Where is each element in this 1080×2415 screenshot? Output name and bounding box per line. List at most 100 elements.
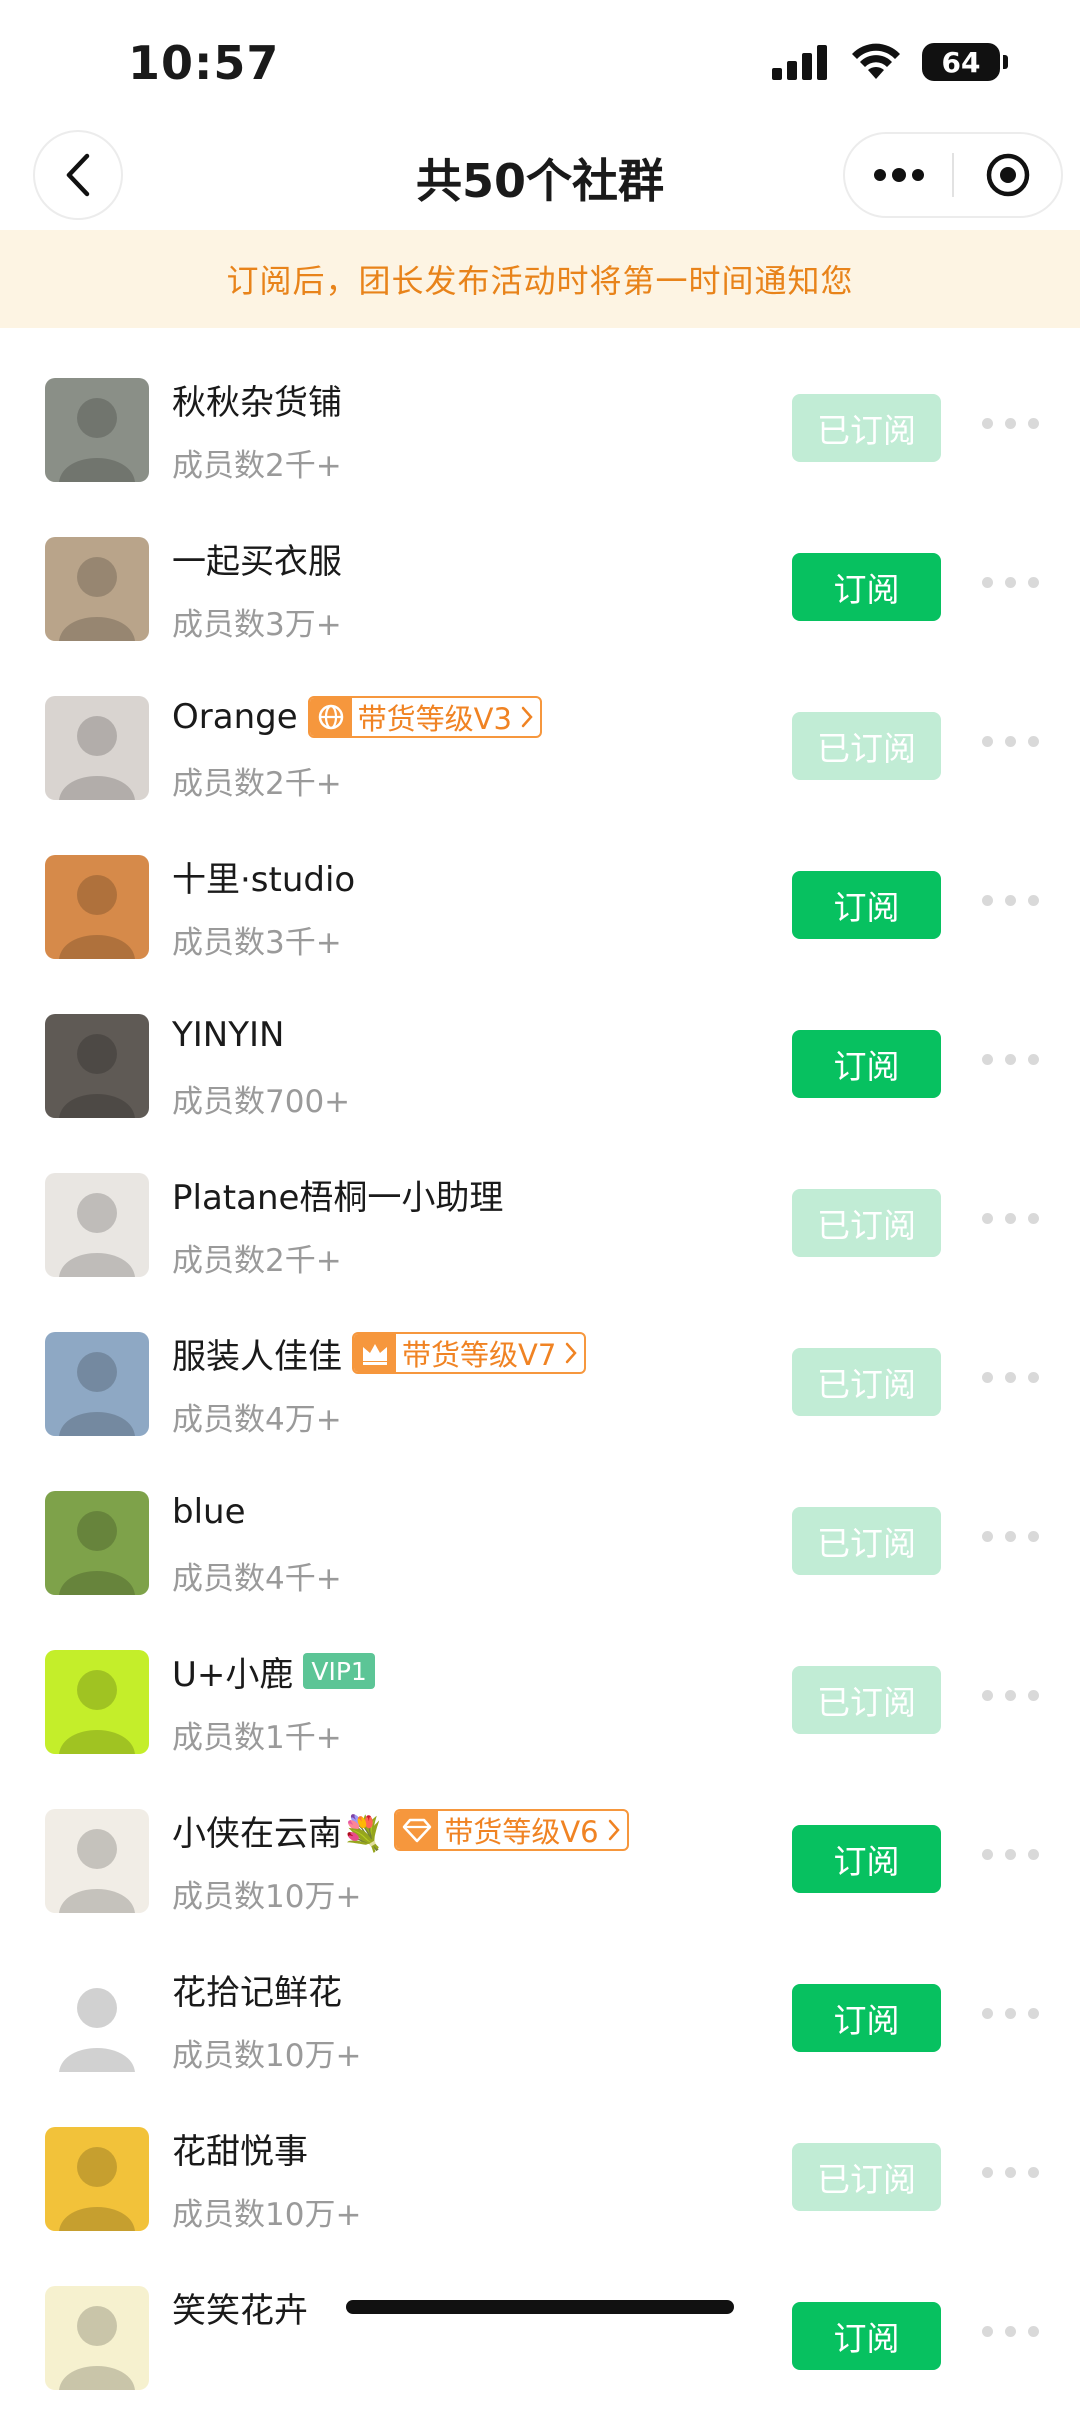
group-row[interactable]: 十里·studio 成员数3千+ 订阅 bbox=[0, 825, 1080, 984]
group-avatar[interactable] bbox=[45, 1173, 149, 1277]
subscribed-button[interactable]: 已订阅 bbox=[792, 1189, 941, 1257]
group-row[interactable]: Platane梧桐一小助理成员数2千+ 已订阅 bbox=[0, 1143, 1080, 1302]
mini-program-capsule bbox=[843, 132, 1063, 218]
crown-icon bbox=[354, 1334, 396, 1372]
group-avatar[interactable] bbox=[45, 1650, 149, 1754]
subscribed-button[interactable]: 已订阅 bbox=[792, 394, 941, 462]
row-more-icon[interactable] bbox=[982, 1054, 1039, 1065]
member-count: 成员数2千+ bbox=[172, 1243, 342, 1279]
group-name-line: 服装人佳佳 带货等级V7 bbox=[172, 1328, 587, 1378]
group-name[interactable]: U+小鹿 bbox=[172, 1647, 293, 1696]
chevron-right-icon bbox=[520, 705, 540, 729]
group-name-line: YINYIN bbox=[172, 1010, 284, 1060]
member-count: 成员数10万+ bbox=[172, 2038, 362, 2074]
subscribed-button[interactable]: 已订阅 bbox=[792, 2143, 941, 2211]
seller-level-badge[interactable]: 带货等级V7 bbox=[352, 1332, 587, 1374]
subscribe-button[interactable]: 订阅 bbox=[792, 1030, 941, 1098]
member-count: 成员数3千+ bbox=[172, 925, 342, 961]
group-row[interactable]: 花拾记鲜花成员数10万+ 订阅 bbox=[0, 1938, 1080, 2097]
group-avatar[interactable] bbox=[45, 855, 149, 959]
group-row[interactable]: U+小鹿 VIP1 成员数1千+ 已订阅 bbox=[0, 1620, 1080, 1779]
row-more-icon[interactable] bbox=[982, 2167, 1039, 2178]
subscribed-button[interactable]: 已订阅 bbox=[792, 1507, 941, 1575]
target-icon bbox=[986, 153, 1029, 197]
group-name-line: Platane梧桐一小助理 bbox=[172, 1169, 503, 1219]
row-more-icon[interactable] bbox=[982, 1531, 1039, 1542]
more-menu-button[interactable] bbox=[845, 134, 952, 216]
subscribed-button[interactable]: 已订阅 bbox=[792, 1666, 941, 1734]
group-avatar[interactable] bbox=[45, 696, 149, 800]
subscribed-button[interactable]: 已订阅 bbox=[792, 1348, 941, 1416]
globe-icon bbox=[309, 698, 352, 736]
group-name-line: 十里·studio bbox=[172, 851, 355, 901]
group-name-line: blue bbox=[172, 1487, 246, 1537]
group-name[interactable]: 小侠在云南💐 bbox=[172, 1806, 384, 1855]
group-list: 秋秋杂货铺 成员数2千+ 已订阅 一起买衣服 成员数3万+ 订阅 Orange 带货等级V3 成… bbox=[0, 348, 1080, 2415]
group-avatar[interactable] bbox=[45, 537, 149, 641]
group-row[interactable]: Orange 带货等级V3 成员数2千+ 已订阅 bbox=[0, 666, 1080, 825]
group-avatar[interactable] bbox=[45, 1968, 149, 2072]
group-name[interactable]: 花拾记鲜花 bbox=[172, 1965, 342, 2014]
group-avatar[interactable] bbox=[45, 2286, 149, 2390]
group-name[interactable]: 花甜悦事 bbox=[172, 2124, 308, 2173]
close-mini-program-button[interactable] bbox=[954, 134, 1061, 216]
group-name[interactable]: 十里·studio bbox=[172, 852, 355, 901]
banner-text: 订阅后，团长发布活动时将第一时间通知您 bbox=[226, 262, 854, 300]
subscribed-button[interactable]: 已订阅 bbox=[792, 712, 941, 780]
subscribe-button[interactable]: 订阅 bbox=[792, 2302, 941, 2370]
row-more-icon[interactable] bbox=[982, 2326, 1039, 2337]
status-time: 10:57 bbox=[128, 36, 280, 90]
battery-level: 64 bbox=[941, 45, 981, 79]
row-more-icon[interactable] bbox=[982, 418, 1039, 429]
group-avatar[interactable] bbox=[45, 1809, 149, 1913]
group-name-line: 秋秋杂货铺 bbox=[172, 374, 342, 424]
group-name[interactable]: blue bbox=[172, 1492, 246, 1532]
group-name[interactable]: 笑笑花卉 bbox=[172, 2283, 308, 2332]
home-indicator bbox=[346, 2300, 734, 2314]
group-name[interactable]: Platane梧桐一小助理 bbox=[172, 1170, 503, 1219]
group-name-line: 笑笑花卉 bbox=[172, 2282, 308, 2332]
seller-level-badge[interactable]: 带货等级V6 bbox=[394, 1809, 629, 1851]
group-name-line: 花甜悦事 bbox=[172, 2123, 308, 2173]
row-more-icon[interactable] bbox=[982, 2008, 1039, 2019]
member-count: 成员数2千+ bbox=[172, 448, 342, 484]
signal-icon bbox=[772, 45, 827, 80]
wifi-icon bbox=[852, 43, 900, 79]
seller-level-text: 带货等级V3 bbox=[357, 702, 512, 736]
group-avatar[interactable] bbox=[45, 1014, 149, 1118]
group-row[interactable]: 花甜悦事 成员数10万+ 已订阅 bbox=[0, 2097, 1080, 2256]
subscribe-button[interactable]: 订阅 bbox=[792, 1984, 941, 2052]
row-more-icon[interactable] bbox=[982, 736, 1039, 747]
status-bar: 10:57 64 bbox=[0, 0, 1080, 120]
group-name[interactable]: 一起买衣服 bbox=[172, 534, 342, 583]
row-more-icon[interactable] bbox=[982, 577, 1039, 588]
group-name[interactable]: 服装人佳佳 bbox=[172, 1329, 342, 1378]
nav-bar: 共50个社群 bbox=[0, 125, 1080, 225]
row-more-icon[interactable] bbox=[982, 1690, 1039, 1701]
group-name[interactable]: 秋秋杂货铺 bbox=[172, 375, 342, 424]
group-avatar[interactable] bbox=[45, 1332, 149, 1436]
group-row[interactable]: blue 成员数4千+ 已订阅 bbox=[0, 1461, 1080, 1620]
group-name[interactable]: YINYIN bbox=[172, 1015, 284, 1055]
group-name[interactable]: Orange bbox=[172, 697, 298, 737]
subscribe-button[interactable]: 订阅 bbox=[792, 1825, 941, 1893]
group-name-line: Orange 带货等级V3 bbox=[172, 692, 542, 742]
subscribe-button[interactable]: 订阅 bbox=[792, 553, 941, 621]
row-more-icon[interactable] bbox=[982, 1372, 1039, 1383]
group-avatar[interactable] bbox=[45, 378, 149, 482]
group-row[interactable]: 秋秋杂货铺成员数2千+ 已订阅 bbox=[0, 348, 1080, 507]
group-row[interactable]: 服装人佳佳 带货等级V7 成员数4万+ 已订阅 bbox=[0, 1302, 1080, 1461]
seller-level-badge[interactable]: 带货等级V3 bbox=[307, 696, 542, 738]
row-more-icon[interactable] bbox=[982, 1849, 1039, 1860]
group-row[interactable]: 笑笑花卉 订阅 bbox=[0, 2256, 1080, 2415]
group-row[interactable]: YINYIN 成员数700+ 订阅 bbox=[0, 984, 1080, 1143]
seller-level-text: 带货等级V6 bbox=[444, 1815, 599, 1849]
group-avatar[interactable] bbox=[45, 2127, 149, 2231]
group-avatar[interactable] bbox=[45, 1491, 149, 1595]
row-more-icon[interactable] bbox=[982, 1213, 1039, 1224]
row-more-icon[interactable] bbox=[982, 895, 1039, 906]
subscribe-button[interactable]: 订阅 bbox=[792, 871, 941, 939]
group-row[interactable]: 一起买衣服 成员数3万+ 订阅 bbox=[0, 507, 1080, 666]
group-name-line: 小侠在云南💐 带货等级V6 bbox=[172, 1805, 629, 1855]
group-row[interactable]: 小侠在云南💐 带货等级V6 成员数10万+ 订阅 bbox=[0, 1779, 1080, 1938]
